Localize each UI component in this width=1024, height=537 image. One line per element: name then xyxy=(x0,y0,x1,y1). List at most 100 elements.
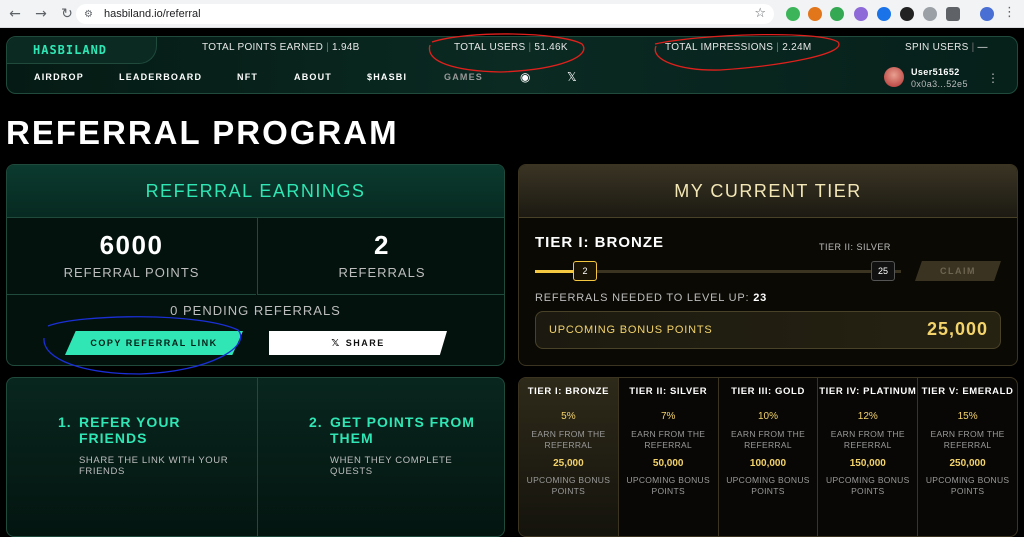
tier-column-silver: TIER II: SILVER 7% EARN FROM THE REFERRA… xyxy=(619,378,719,536)
tier-name: TIER I: BRONZE xyxy=(527,386,610,397)
page-title: REFERRAL PROGRAM xyxy=(6,114,399,151)
user-name[interactable]: User51652 xyxy=(911,67,960,77)
tier-bonus: 150,000 xyxy=(849,458,886,469)
more-menu-icon[interactable]: ⋮ xyxy=(987,71,999,85)
referral-points-metric: 6000 REFERRAL POINTS xyxy=(7,218,256,295)
upcoming-bonus-label: UPCOMING BONUS POINTS xyxy=(549,324,713,336)
current-tier-card: MY CURRENT TIER TIER I: BRONZE TIER II: … xyxy=(518,164,1018,366)
referrals-needed-value: 23 xyxy=(753,292,768,304)
earnings-title: REFERRAL EARNINGS xyxy=(145,181,366,201)
discord-icon[interactable]: ◉ xyxy=(520,70,530,84)
tier-bonus-label: UPCOMING BONUS POINTS xyxy=(726,475,810,496)
tier-percent: 7% xyxy=(660,411,676,422)
stat-spin-users: SPIN USERS | — xyxy=(905,42,988,53)
tier-column-bronze: TIER I: BRONZE 5% EARN FROM THE REFERRAL… xyxy=(519,378,619,536)
step-title: GET POINTS FROM THEM xyxy=(330,414,475,446)
x-icon: 𝕏 xyxy=(331,337,341,349)
tier-percent: 10% xyxy=(757,411,778,422)
pending-referrals: 0 PENDING REFERRALS xyxy=(170,303,341,318)
step-number: 2. xyxy=(309,414,323,430)
progress-max-knob: 25 xyxy=(871,261,895,281)
share-label: SHARE xyxy=(345,338,385,348)
bookmark-star-icon[interactable]: ☆ xyxy=(754,6,766,21)
current-tier-name: TIER I: BRONZE xyxy=(535,234,664,251)
tier-name: TIER IV: PLATINUM xyxy=(819,386,917,397)
tiers-table: TIER I: BRONZE 5% EARN FROM THE REFERRAL… xyxy=(518,377,1018,537)
tier-bonus-label: UPCOMING BONUS POINTS xyxy=(626,475,710,496)
referral-earnings-card: REFERRAL EARNINGS 6000 REFERRAL POINTS 2… xyxy=(6,164,505,366)
site-header: HASBILAND TOTAL POINTS EARNED | 1.94B TOTA… xyxy=(6,36,1018,94)
tier-bonus: 25,000 xyxy=(553,458,584,469)
step-description: SHARE THE LINK WITH YOUR FRIENDS xyxy=(79,455,229,477)
x-icon[interactable]: 𝕏 xyxy=(567,70,577,84)
extensions-puzzle-icon[interactable] xyxy=(946,7,960,21)
referrals-metric: 2 REFERRALS xyxy=(257,218,504,295)
browser-menu-icon[interactable]: ⋮ xyxy=(1003,5,1016,20)
earnings-header: REFERRAL EARNINGS xyxy=(7,165,504,218)
address-bar[interactable]: ⚙ hasbiland.io/referral ☆ xyxy=(76,4,774,24)
url-text[interactable]: hasbiland.io/referral xyxy=(104,8,201,20)
tier-column-emerald: TIER V: EMERALD 15% EARN FROM THE REFERR… xyxy=(918,378,1017,536)
stat-total-points: TOTAL POINTS EARNED | 1.94B xyxy=(202,42,360,53)
extension-icon[interactable] xyxy=(830,7,844,21)
tier-header: MY CURRENT TIER xyxy=(519,165,1017,218)
tier-bonus-label: UPCOMING BONUS POINTS xyxy=(925,475,1010,496)
progress-current-knob: 2 xyxy=(573,261,597,281)
referral-points-value: 6000 xyxy=(99,230,164,260)
nav-games[interactable]: GAMES xyxy=(444,72,483,82)
back-icon[interactable]: ← xyxy=(4,3,26,25)
extension-icon[interactable] xyxy=(923,7,937,21)
tier-card-title: MY CURRENT TIER xyxy=(674,181,862,201)
nav-leaderboard[interactable]: LEADERBOARD xyxy=(119,72,202,82)
tier-name: TIER III: GOLD xyxy=(731,386,805,397)
tier-bonus: 50,000 xyxy=(652,458,684,469)
upcoming-bonus-box: UPCOMING BONUS POINTS 25,000 xyxy=(535,311,1001,349)
tier-bonus: 100,000 xyxy=(749,458,787,469)
site-logo[interactable]: HASBILAND xyxy=(33,43,107,57)
stat-total-users: TOTAL USERS | 51.46K xyxy=(454,42,568,53)
share-on-x-button[interactable]: 𝕏 SHARE xyxy=(269,331,447,355)
nav-hasbi[interactable]: $HASBI xyxy=(367,72,407,82)
tier-percent: 15% xyxy=(957,411,978,422)
step-title: REFER YOUR FRIENDS xyxy=(79,414,181,446)
reload-icon[interactable]: ↻ xyxy=(56,3,78,25)
referral-points-label: REFERRAL POINTS xyxy=(63,265,200,280)
tier-progress-fill xyxy=(535,270,573,273)
tier-earn-label: EARN FROM THE REFERRAL xyxy=(730,429,806,450)
tier-column-platinum: TIER IV: PLATINUM 12% EARN FROM THE REFE… xyxy=(818,378,919,536)
tier-earn-label: EARN FROM THE REFERRAL xyxy=(830,429,905,450)
referrals-label: REFERRALS xyxy=(338,265,426,280)
extension-icon[interactable] xyxy=(854,7,868,21)
metamask-extension-icon[interactable] xyxy=(808,7,822,21)
copy-referral-link-button[interactable]: COPY REFERRAL LINK xyxy=(65,331,243,355)
user-avatar[interactable] xyxy=(884,67,904,87)
x-extension-icon[interactable] xyxy=(900,7,914,21)
step-description: WHEN THEY COMPLETE QUESTS xyxy=(330,455,453,477)
claim-button[interactable]: CLAIM xyxy=(915,261,1001,281)
site-settings-icon[interactable]: ⚙ xyxy=(84,9,98,20)
profile-avatar-icon[interactable] xyxy=(980,7,994,21)
upcoming-bonus-value: 25,000 xyxy=(926,319,988,339)
nav-nft[interactable]: NFT xyxy=(237,72,258,82)
nav-airdrop[interactable]: AIRDROP xyxy=(34,72,84,82)
tier-name: TIER II: SILVER xyxy=(629,386,708,397)
wallet-address[interactable]: 0x0a3...52e5 xyxy=(911,79,968,89)
tier-percent: 5% xyxy=(561,411,576,422)
tier-name: TIER V: EMERALD xyxy=(921,386,1014,397)
site: HASBILAND TOTAL POINTS EARNED | 1.94B TOTA… xyxy=(0,28,1024,537)
forward-icon[interactable]: → xyxy=(30,3,52,25)
browser-toolbar: ← → ↻ ⚙ hasbiland.io/referral ☆ ⋮ xyxy=(0,0,1024,28)
extension-icon[interactable] xyxy=(786,7,800,21)
tier-earn-label: EARN FROM THE REFERRAL xyxy=(930,429,1005,450)
tier-column-gold: TIER III: GOLD 10% EARN FROM THE REFERRA… xyxy=(719,378,819,536)
stat-total-impressions: TOTAL IMPRESSIONS | 2.24M xyxy=(665,42,812,53)
tier-earn-label: EARN FROM THE REFERRAL xyxy=(631,429,706,450)
extension-icon[interactable] xyxy=(877,7,891,21)
step-get-points: 2. GET POINTS FROM THEM WHEN THEY COMPLE… xyxy=(257,378,504,536)
logo-tab: HASBILAND xyxy=(7,37,157,64)
nav-about[interactable]: ABOUT xyxy=(294,72,332,82)
tier-earn-label: EARN FROM THE REFERRAL xyxy=(531,429,606,450)
tier-bonus-label: UPCOMING BONUS POINTS xyxy=(526,475,611,496)
tier-percent: 12% xyxy=(857,411,878,422)
referrals-value: 2 xyxy=(374,230,390,260)
